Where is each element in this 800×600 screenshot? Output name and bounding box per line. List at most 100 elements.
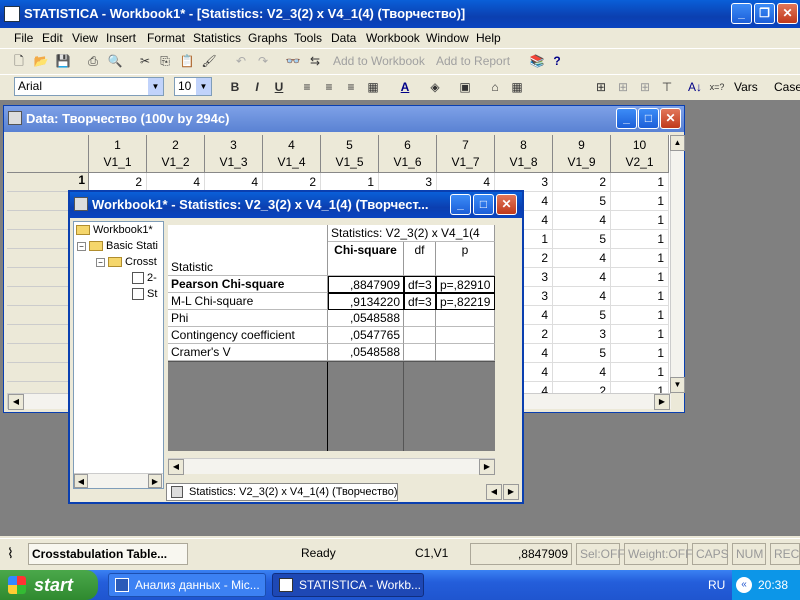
var-tool-icon[interactable]: ⊤ (658, 78, 676, 96)
column-header-4[interactable]: 4 V1_4 (263, 135, 321, 173)
column-header-2[interactable]: 2 V1_2 (147, 135, 205, 173)
font-color-icon[interactable]: A (396, 78, 414, 96)
workbook-maximize-button[interactable]: □ (473, 194, 494, 215)
align-left-icon[interactable]: ≡ (298, 78, 316, 96)
result-cell-stat[interactable]: Cramer's V (168, 344, 328, 361)
tray-expand-icon[interactable]: « (736, 577, 752, 593)
open-folder-icon[interactable]: 📂 (32, 52, 50, 70)
column-header-3[interactable]: 3 V1_3 (205, 135, 263, 173)
grid-cell[interactable]: 1 (611, 363, 669, 382)
result-cell-chi[interactable]: ,0548588 (328, 310, 404, 327)
result-cell-chi[interactable]: ,8847909 (328, 276, 404, 293)
result-cell-stat[interactable]: Contingency coefficient (168, 327, 328, 344)
add-to-workbook-button[interactable]: Add to Workbook (333, 54, 425, 68)
chart-icon[interactable]: ⌇ (4, 543, 24, 565)
workbook-title-bar[interactable]: Workbook1* - Statistics: V2_3(2) x V4_1(… (70, 192, 522, 218)
grid-corner[interactable] (7, 135, 89, 173)
grid-cell[interactable]: 1 (611, 344, 669, 363)
data-maximize-button[interactable]: □ (638, 108, 659, 129)
underline-button[interactable]: U (270, 78, 288, 96)
scroll-right-icon[interactable]: ▶ (479, 459, 495, 475)
table-tool-icon[interactable]: ⊞ (592, 78, 610, 96)
result-cell-chi[interactable]: ,9134220 (328, 293, 404, 310)
tree-basic-stats[interactable]: − Basic Stati (77, 240, 158, 252)
tree-leaf-stats[interactable]: St (132, 288, 157, 301)
align-right-icon[interactable]: ≡ (342, 78, 360, 96)
column-header-9[interactable]: 9 V1_9 (553, 135, 611, 173)
grid-cell[interactable]: 1 (611, 173, 669, 192)
grid-cell[interactable]: 4 (553, 211, 611, 230)
column-header-8[interactable]: 8 V1_8 (495, 135, 553, 173)
workbook-tree[interactable]: Workbook1* − Basic Stati − Crosst 2- St ◀ … (73, 221, 164, 489)
taskbar-word-button[interactable]: Анализ данных - Mic... (108, 573, 266, 597)
grid-cell[interactable]: 4 (553, 287, 611, 306)
workbook-close-button[interactable]: ✕ (496, 194, 517, 215)
cell-format-icon[interactable]: ▦ (364, 78, 382, 96)
paste-icon[interactable]: 📋 (178, 52, 196, 70)
chevron-down-icon[interactable]: ▼ (148, 78, 163, 95)
workbook-minimize-button[interactable]: _ (450, 194, 471, 215)
result-cell-df[interactable] (404, 310, 436, 327)
menu-format[interactable]: Format (147, 31, 185, 45)
scroll-left-icon[interactable]: ◀ (74, 474, 88, 488)
grid-icon[interactable]: ▦ (508, 78, 526, 96)
column-header-1[interactable]: 1 V1_1 (89, 135, 147, 173)
help-pointer-icon[interactable]: ? (548, 52, 566, 70)
new-icon[interactable]: 🗋 (10, 52, 28, 70)
status-weight[interactable]: Weight:OFF (624, 543, 692, 565)
menu-insert[interactable]: Insert (106, 31, 136, 45)
app-title-bar[interactable]: STATISTICA - Workbook1* - [Statistics: V… (0, 0, 800, 28)
sheet-tab[interactable]: Statistics: V2_3(2) x V4_1(4) (Творчеств… (166, 483, 398, 501)
column-header-7[interactable]: 7 V1_7 (437, 135, 495, 173)
result-cell-stat[interactable]: M-L Chi-square (168, 293, 328, 310)
fill-color-icon[interactable]: ◈ (426, 78, 444, 96)
scroll-right-icon[interactable]: ▶ (654, 394, 670, 410)
border-icon[interactable]: ▣ (456, 78, 474, 96)
grid-cell[interactable]: 1 (611, 268, 669, 287)
column-header-6[interactable]: 6 V1_6 (379, 135, 437, 173)
cut-icon[interactable]: ✂ (136, 52, 154, 70)
result-cell-p[interactable]: p=,82219 (436, 293, 495, 310)
menu-help[interactable]: Help (476, 31, 501, 45)
result-cell-p[interactable] (436, 344, 495, 361)
statistica-app-icon[interactable] (4, 6, 20, 22)
restore-button[interactable]: ❐ (754, 3, 775, 24)
data-window-title-bar[interactable]: Data: Творчество (100v by 294c) _ □ ✕ (4, 106, 684, 132)
menu-view[interactable]: View (72, 31, 98, 45)
result-cell-chi[interactable]: ,0547765 (328, 327, 404, 344)
clock[interactable]: 20:38 (758, 578, 788, 592)
chevron-down-icon[interactable]: ▼ (196, 78, 211, 95)
tree-horizontal-scrollbar[interactable]: ◀ ▶ (74, 473, 163, 488)
italic-button[interactable]: I (248, 78, 266, 96)
menu-tools[interactable]: Tools (294, 31, 322, 45)
formula-icon[interactable]: x=? (708, 78, 726, 96)
result-cell-df[interactable] (404, 344, 436, 361)
grid-cell[interactable]: 1 (611, 211, 669, 230)
data-vertical-scrollbar[interactable]: ▲ ▼ (670, 135, 685, 393)
add-to-report-button[interactable]: Add to Report (436, 54, 510, 68)
collapse-icon[interactable]: − (77, 241, 86, 251)
save-icon[interactable]: 💾 (54, 52, 72, 70)
menu-data[interactable]: Data (331, 31, 356, 45)
result-cell-p[interactable] (436, 310, 495, 327)
data-close-button[interactable]: ✕ (660, 108, 681, 129)
collapse-icon[interactable]: − (96, 257, 105, 267)
results-spreadsheet[interactable]: Statistic Statistics: V2_3(2) x V4_1(4 C… (168, 225, 495, 451)
language-indicator[interactable]: RU (708, 578, 725, 592)
grid-cell[interactable]: 1 (611, 192, 669, 211)
crosstab-task-button[interactable]: Crosstabulation Table... (28, 543, 188, 565)
align-center-icon[interactable]: ≡ (320, 78, 338, 96)
grid-cell[interactable]: 1 (611, 306, 669, 325)
print-preview-icon[interactable]: 🔍 (106, 52, 124, 70)
cases-menu[interactable]: Case (774, 80, 800, 94)
grid-cell[interactable]: 1 (611, 287, 669, 306)
grid-cell[interactable]: 4 (553, 363, 611, 382)
scroll-right-icon[interactable]: ▶ (148, 474, 162, 488)
menu-graphs[interactable]: Graphs (248, 31, 287, 45)
close-button[interactable]: ✕ (777, 3, 798, 24)
tree-crosstab[interactable]: − Crosst (96, 256, 157, 268)
grid-cell[interactable]: 2 (553, 382, 611, 393)
font-select[interactable]: Arial ▼ (14, 77, 164, 96)
tab-scroll-right-icon[interactable]: ▶ (503, 484, 519, 500)
tag-icon[interactable]: ⌂ (486, 78, 504, 96)
